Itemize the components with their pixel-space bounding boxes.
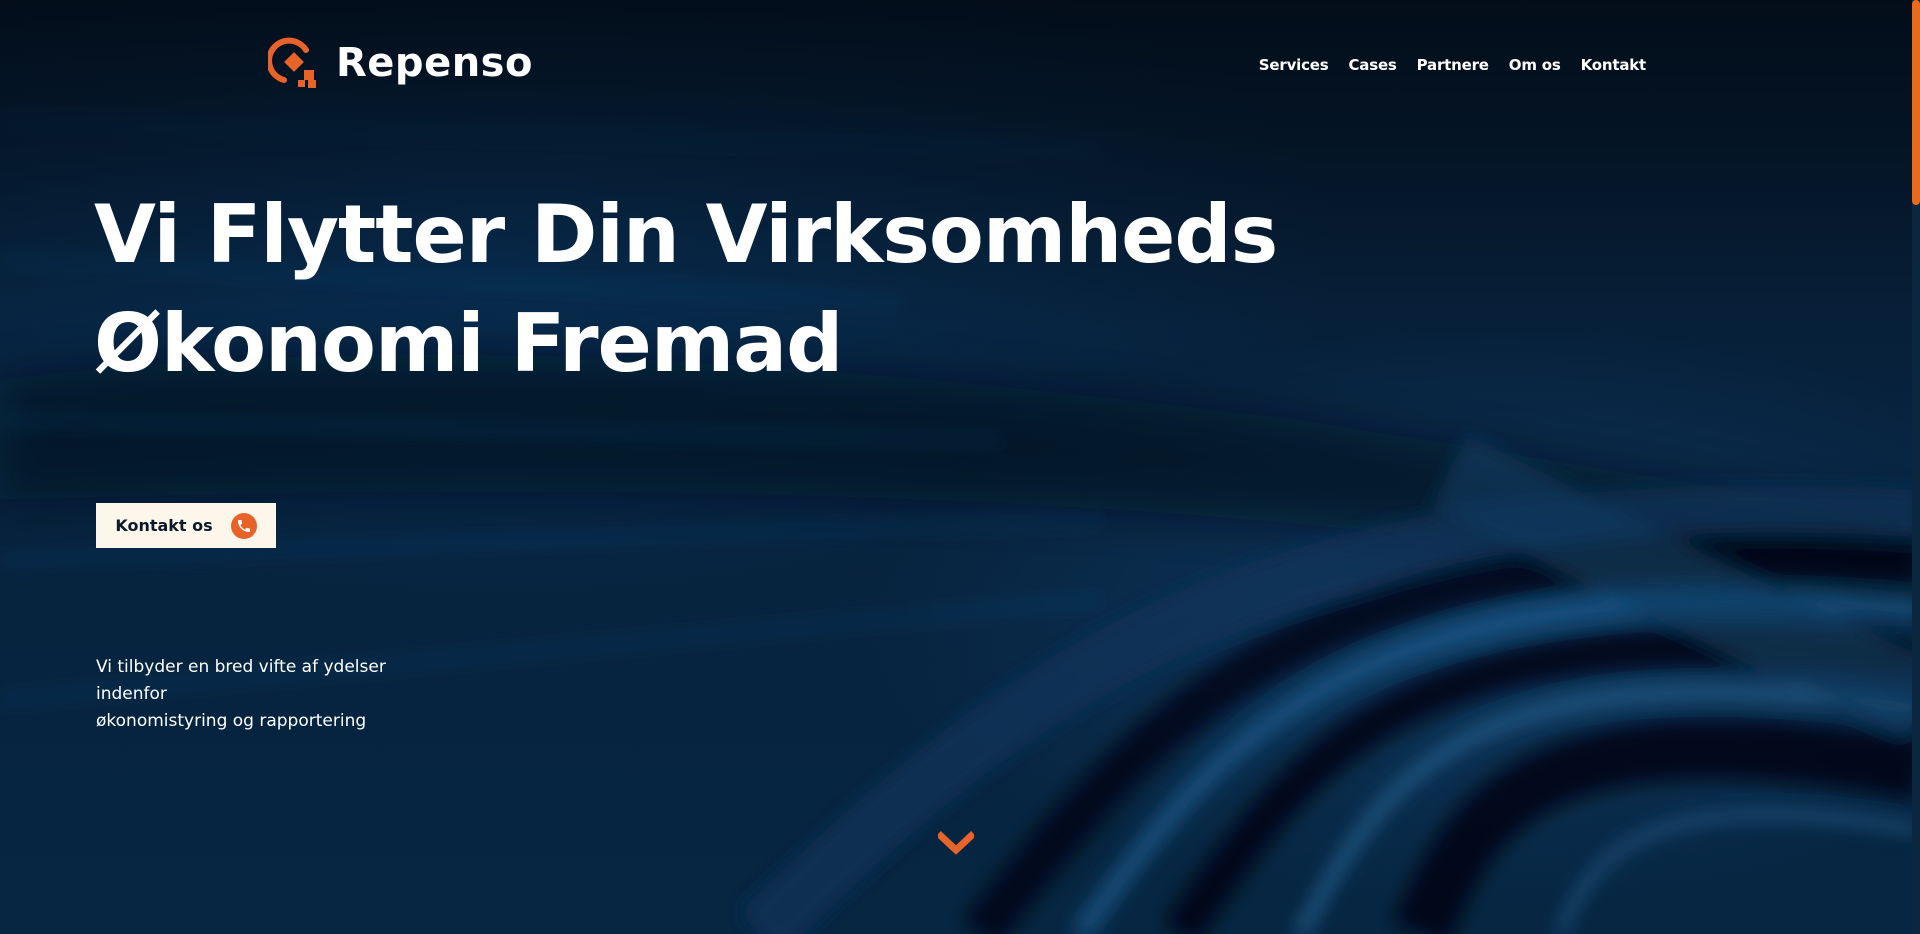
site-header: Repenso Services Cases Partnere Om os Ko… xyxy=(0,0,1912,130)
nav-item-om-os[interactable]: Om os xyxy=(1509,56,1561,74)
nav-item-partnere[interactable]: Partnere xyxy=(1417,56,1489,74)
nav-item-cases[interactable]: Cases xyxy=(1348,56,1396,74)
hero-headline: Vi Flytter Din Virksomheds Økonomi Frema… xyxy=(94,180,1278,398)
scrollbar-thumb[interactable] xyxy=(1912,0,1920,205)
page-scrollbar[interactable] xyxy=(1912,0,1920,934)
main-nav: Services Cases Partnere Om os Kontakt xyxy=(1259,56,1646,74)
page: Repenso Services Cases Partnere Om os Ko… xyxy=(0,0,1920,934)
hero-headline-line-2: Økonomi Fremad xyxy=(94,297,843,390)
repenso-logo-icon xyxy=(268,37,316,88)
contact-button-label: Kontakt os xyxy=(115,516,213,535)
contact-button[interactable]: Kontakt os xyxy=(96,503,276,548)
logo-wordmark: Repenso xyxy=(336,40,533,86)
hero-subtitle: Vi tilbyder en bred vifte af ydelser ind… xyxy=(96,654,456,735)
scroll-down-button[interactable] xyxy=(936,830,976,858)
phone-icon xyxy=(230,512,257,539)
logo-link[interactable]: Repenso xyxy=(268,36,533,90)
hero-subtitle-line-2: økonomistyring og rapportering xyxy=(96,711,367,731)
hero-background-image xyxy=(0,0,1920,934)
chevron-down-icon xyxy=(936,831,976,855)
hero-subtitle-line-1: Vi tilbyder en bred vifte af ydelser ind… xyxy=(96,657,386,704)
nav-item-services[interactable]: Services xyxy=(1259,56,1329,74)
hero-headline-line-1: Vi Flytter Din Virksomheds xyxy=(94,188,1278,281)
nav-item-kontakt[interactable]: Kontakt xyxy=(1581,56,1647,74)
